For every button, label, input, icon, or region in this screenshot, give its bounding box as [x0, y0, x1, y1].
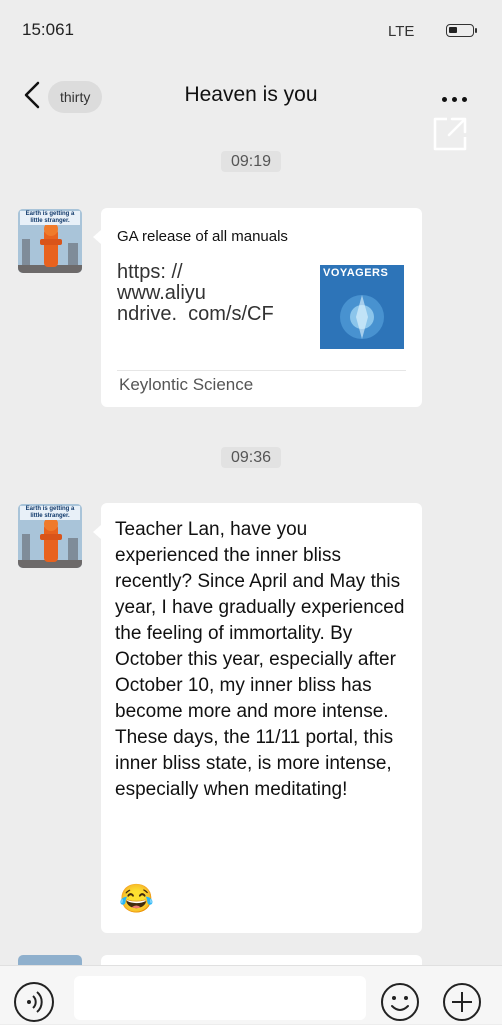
card-link: https: // www.aliyu ndrive. com/s/CF — [117, 262, 274, 325]
voice-button[interactable] — [14, 982, 54, 1022]
message-text: Teacher Lan, have you experienced the in… — [115, 519, 405, 800]
chat-header: thirty Heaven is you — [0, 65, 502, 125]
voice-icon — [27, 991, 43, 1013]
emoji-icon[interactable] — [380, 982, 420, 1022]
laughing-emoji-icon: 😂 — [119, 883, 154, 914]
message-bubble[interactable]: Teacher Lan, have you experienced the in… — [93, 503, 422, 933]
plus-icon[interactable] — [442, 982, 482, 1022]
input-bar — [0, 965, 502, 1024]
thumbnail-text: VOYAGERS — [323, 267, 389, 279]
card-divider — [117, 370, 406, 371]
avatar-caption: Earth is getting a little stranger. — [20, 211, 80, 225]
status-time: 15:061 — [22, 20, 74, 39]
avatar[interactable]: Earth is getting a little stranger. — [18, 504, 82, 568]
message-timestamp: 09:19 — [0, 151, 502, 172]
battery-icon — [446, 24, 477, 37]
chat-title: Heaven is you — [184, 83, 318, 106]
more-icon[interactable] — [442, 89, 476, 102]
link-card[interactable]: GA release of all manuals https: // www.… — [93, 208, 422, 407]
share-icon[interactable] — [432, 116, 468, 152]
network-indicator: LTE — [388, 23, 415, 40]
message-input[interactable] — [74, 976, 366, 1020]
battery-level — [449, 27, 457, 33]
card-source: Keylontic Science — [119, 375, 254, 394]
card-thumbnail: VOYAGERS — [320, 265, 404, 349]
message-timestamp: 09:36 — [0, 447, 502, 468]
avatar[interactable]: Earth is getting a little stranger. — [18, 209, 82, 273]
card-title: GA release of all manuals — [117, 228, 288, 245]
avatar-caption: Earth is getting a little stranger. — [20, 506, 80, 520]
status-bar: 15:061 LTE — [0, 0, 502, 60]
